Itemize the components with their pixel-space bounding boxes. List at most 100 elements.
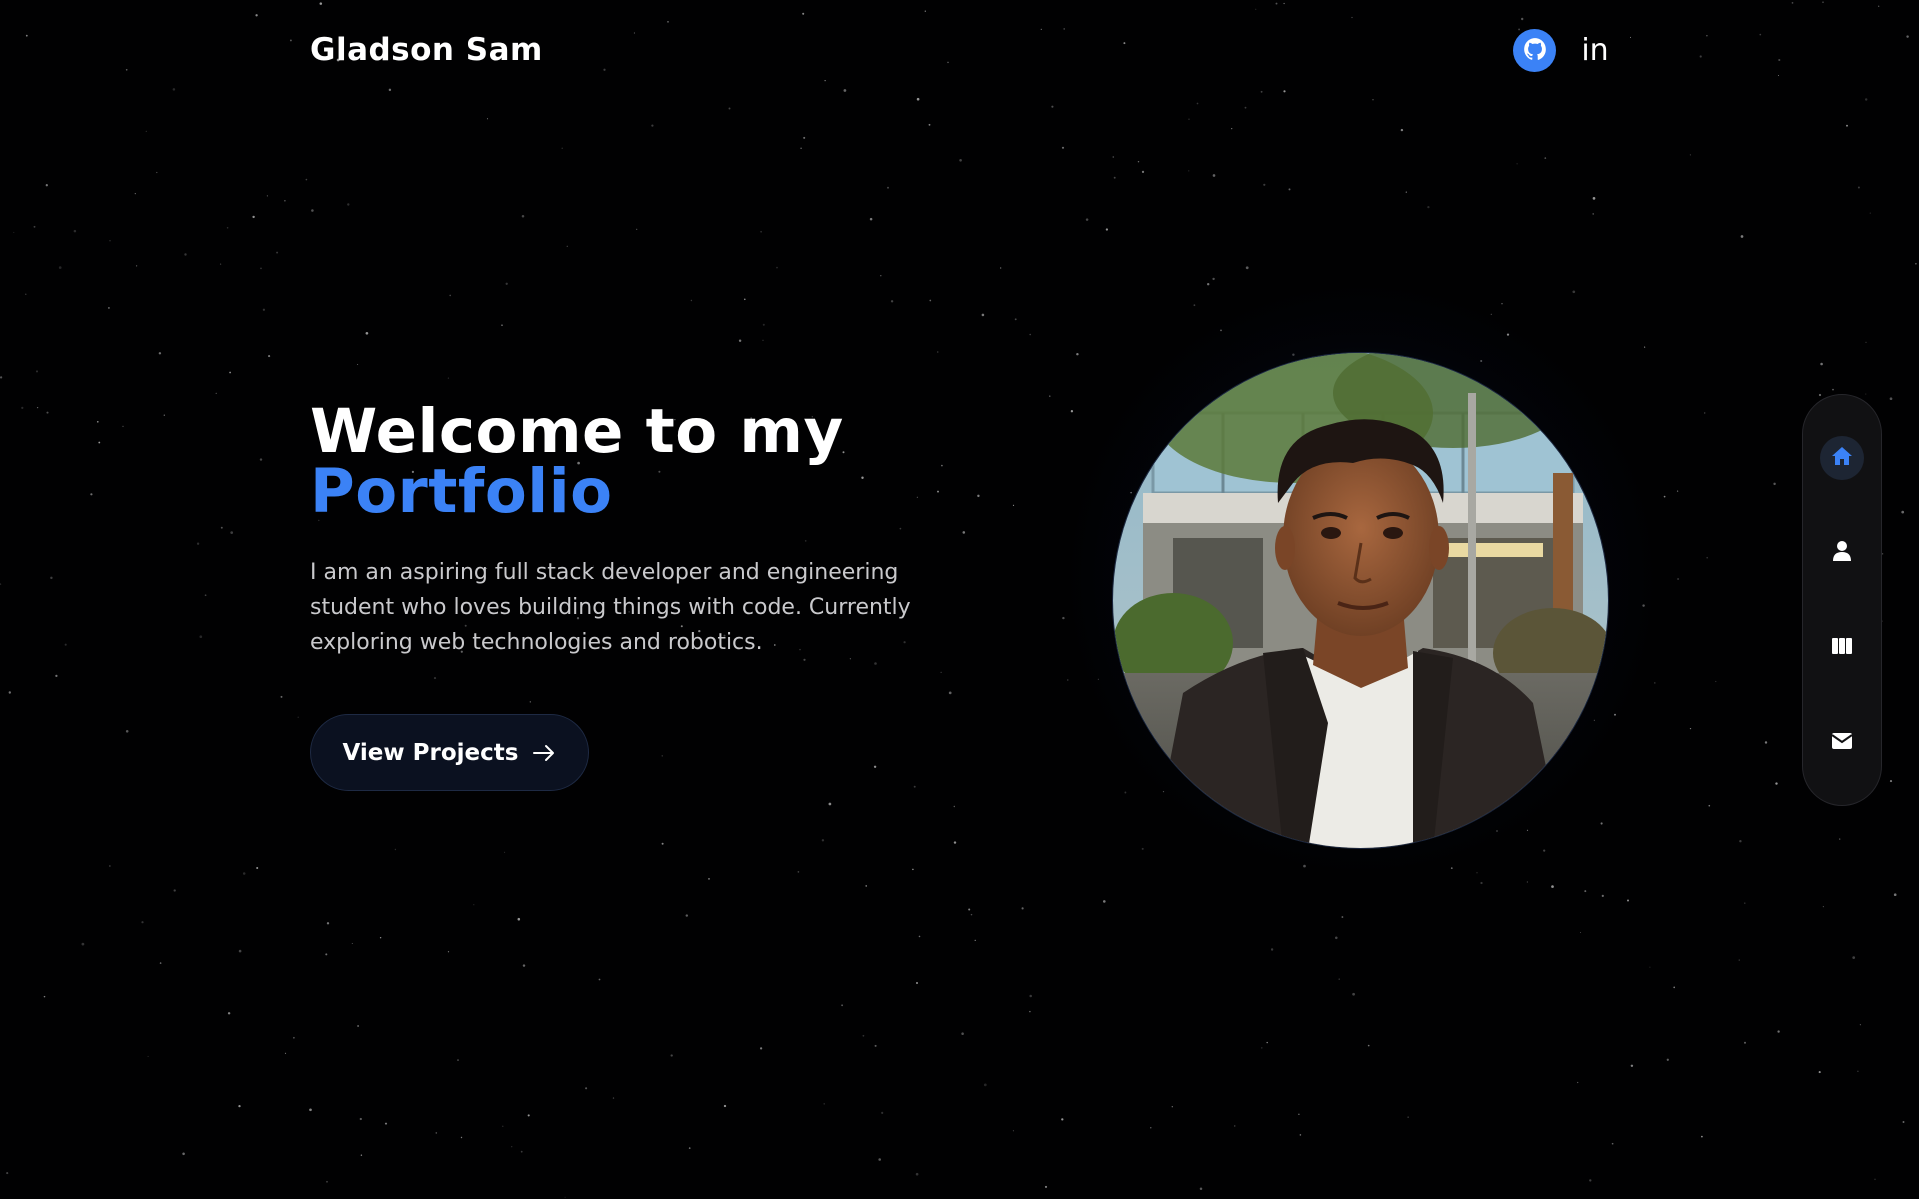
star <box>311 209 314 212</box>
linkedin-link[interactable]: in <box>1581 29 1609 72</box>
star <box>1298 1113 1300 1115</box>
star <box>1699 55 1702 58</box>
star <box>262 308 266 311</box>
star <box>1526 829 1529 831</box>
hero-title: Welcome to my Portfolio <box>310 401 950 522</box>
star <box>96 420 99 423</box>
star <box>1283 90 1286 93</box>
star <box>564 1196 566 1198</box>
star <box>158 352 162 355</box>
nav-contact[interactable] <box>1820 721 1864 765</box>
star <box>1543 849 1546 852</box>
star <box>685 914 689 917</box>
star <box>953 805 956 808</box>
star <box>1255 8 1257 10</box>
star <box>1231 127 1233 130</box>
nav-about[interactable] <box>1820 531 1864 575</box>
star <box>1777 74 1780 77</box>
star <box>156 171 158 174</box>
star <box>1676 490 1679 492</box>
star <box>1579 931 1582 934</box>
star <box>918 935 921 938</box>
star <box>305 178 308 181</box>
star <box>357 1025 360 1027</box>
star <box>1666 1058 1669 1061</box>
star <box>1040 28 1042 31</box>
star <box>959 159 962 162</box>
star <box>1906 35 1909 38</box>
star <box>1105 228 1109 231</box>
view-projects-button[interactable]: View Projects <box>310 714 589 791</box>
star <box>915 981 919 985</box>
star <box>73 229 77 233</box>
star <box>803 136 806 139</box>
star <box>517 917 521 921</box>
star <box>928 123 931 126</box>
star <box>1865 341 1867 343</box>
star <box>937 351 939 353</box>
star <box>504 851 506 853</box>
star <box>109 865 111 867</box>
star <box>1889 780 1893 783</box>
star <box>1775 782 1778 785</box>
star <box>0 376 3 379</box>
star <box>501 324 503 326</box>
star <box>521 215 525 218</box>
star <box>661 842 664 845</box>
star <box>1029 994 1032 998</box>
star <box>25 293 27 295</box>
star <box>1857 1070 1859 1073</box>
star <box>58 266 62 269</box>
star <box>821 839 825 842</box>
star <box>1592 213 1595 215</box>
page: Gladson Sam in Welcome to my Portfolio I… <box>0 0 1919 1199</box>
star <box>1818 1071 1821 1074</box>
star <box>1085 218 1089 221</box>
star <box>351 942 353 945</box>
star <box>1778 58 1781 62</box>
star <box>1405 191 1407 193</box>
star <box>1141 847 1144 850</box>
star <box>45 184 48 187</box>
star <box>1673 986 1676 989</box>
star <box>1338 978 1340 980</box>
star <box>1188 118 1190 120</box>
star <box>723 1104 727 1108</box>
star <box>145 130 147 133</box>
star <box>913 785 916 788</box>
star <box>215 392 217 394</box>
star <box>924 10 926 12</box>
star <box>1501 303 1503 305</box>
star <box>230 531 234 534</box>
star <box>1822 1 1824 3</box>
star <box>878 1158 881 1161</box>
nav-home[interactable] <box>1820 436 1864 480</box>
star <box>259 458 263 461</box>
star <box>1526 881 1528 883</box>
star <box>1070 410 1074 413</box>
star <box>603 68 606 71</box>
star <box>1893 893 1897 897</box>
star <box>226 227 229 229</box>
star <box>1839 838 1841 840</box>
user-icon <box>1832 540 1852 566</box>
star <box>1889 397 1893 401</box>
brand-name[interactable]: Gladson Sam <box>310 32 543 68</box>
star <box>1245 266 1249 270</box>
star <box>25 34 28 37</box>
star <box>887 186 889 189</box>
star <box>1703 412 1706 414</box>
star <box>1740 235 1744 238</box>
star <box>1864 98 1868 101</box>
github-link[interactable] <box>1513 29 1556 72</box>
star <box>1689 727 1692 730</box>
star <box>690 299 693 302</box>
projects-icon <box>1831 636 1853 660</box>
star <box>460 1136 463 1139</box>
star <box>824 80 826 82</box>
nav-projects[interactable] <box>1820 626 1864 670</box>
star <box>6 1172 9 1175</box>
star <box>1852 956 1856 959</box>
star <box>238 949 242 953</box>
star <box>1516 163 1518 165</box>
